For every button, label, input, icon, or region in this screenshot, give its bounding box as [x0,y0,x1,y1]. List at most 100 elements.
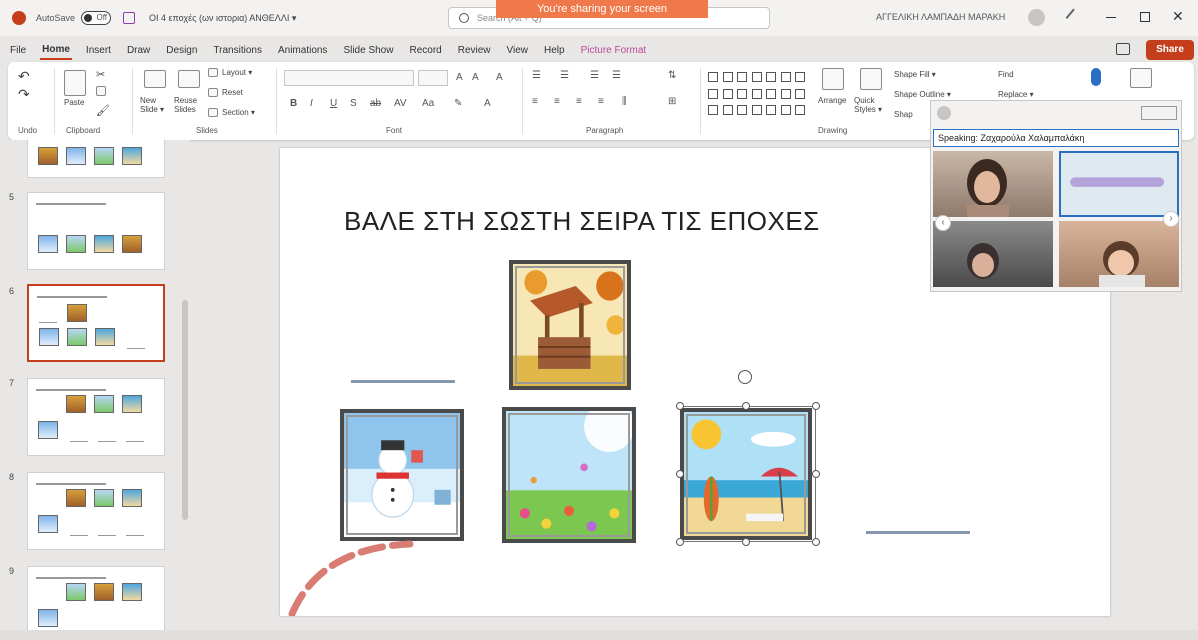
designer-icon[interactable] [1130,68,1152,88]
reuse-slides-icon[interactable] [178,70,200,88]
columns-icon[interactable]: ⫼ [622,96,627,107]
shape-icon[interactable] [795,88,806,99]
tab-picture-format[interactable]: Picture Format [579,42,649,59]
shapes-gallery[interactable] [708,72,808,120]
share-button[interactable]: Share [1146,40,1194,60]
resize-handle[interactable] [742,538,750,546]
shape-icon[interactable] [751,88,762,99]
arrange-icon[interactable] [822,68,844,90]
resize-handle[interactable] [812,538,820,546]
shape-icon[interactable] [780,105,791,116]
resize-handle[interactable] [676,538,684,546]
tab-home[interactable]: Home [40,41,72,60]
underline-button[interactable]: U [330,98,337,109]
quick-styles-button[interactable]: Quick Styles ▾ [854,96,890,114]
grow-font-icon[interactable]: A [456,72,463,83]
align-center-icon[interactable]: ≡ [554,96,560,107]
shape-icon[interactable] [766,105,777,116]
slide-thumbnail-selected[interactable] [27,284,165,362]
document-title[interactable]: ΟΙ 4 εποχές (ων ιστορια) ΑΝΘΕΛΛΙ ▾ [149,13,296,24]
cut-icon[interactable]: ✂ [96,68,105,81]
replace-button[interactable]: Replace ▾ [998,90,1034,99]
format-painter-icon[interactable]: 🖌 [96,104,110,117]
winter-picture[interactable] [340,409,464,541]
spring-picture[interactable] [502,407,636,543]
shape-icon[interactable] [737,88,748,99]
font-size-dropdown[interactable] [418,70,448,86]
new-slide-button[interactable]: New Slide ▾ [140,96,174,114]
slide-thumbnail[interactable] [27,378,165,456]
shape-icon[interactable] [708,88,718,99]
slide-thumbnail-panel[interactable]: 5 6 7 8 9 [0,140,180,630]
summer-picture[interactable] [680,408,812,540]
shape-outline-button[interactable]: Shape Outline ▾ [894,90,951,99]
paste-icon[interactable] [64,70,86,96]
tab-slide-show[interactable]: Slide Show [341,42,395,59]
view-layout-buttons[interactable] [1141,106,1177,120]
slide-title[interactable]: ΒΑΛΕ ΣΤΗ ΣΩΣΤΗ ΣΕΙΡΑ ΤΙΣ ΕΠΟΧΕΣ [344,206,820,237]
resize-handle[interactable] [676,470,684,478]
shape-effects-button[interactable]: Shap [894,110,913,119]
shape-icon[interactable] [722,105,733,116]
shape-icon[interactable] [722,88,733,99]
find-button[interactable]: Find [998,70,1014,79]
previous-participants-button[interactable]: ‹ [935,215,951,231]
shape-icon[interactable] [722,72,733,82]
shape-icon[interactable] [795,105,806,116]
chevron-down-icon[interactable] [937,106,951,120]
resize-handle[interactable] [676,402,684,410]
answer-blank-line[interactable] [351,380,455,383]
answer-blank-line[interactable] [866,531,970,534]
new-slide-icon[interactable] [144,70,166,88]
ink-annotation[interactable] [280,528,480,616]
italic-button[interactable]: I [310,98,313,109]
tab-file[interactable]: File [8,42,28,59]
participant-video-tile-active[interactable] [1059,151,1179,217]
shape-icon[interactable] [780,72,791,82]
close-icon[interactable]: ✕ [1172,8,1184,25]
shrink-font-icon[interactable]: A [472,72,479,83]
justify-icon[interactable]: ≡ [598,96,604,107]
font-color-icon[interactable]: A [484,98,491,109]
layout-button[interactable]: Layout ▾ [222,68,252,77]
tab-insert[interactable]: Insert [84,42,113,59]
maximize-icon[interactable] [1140,12,1150,22]
shape-icon[interactable] [737,105,748,116]
slide-thumbnail[interactable] [27,472,165,550]
slide-thumbnail[interactable] [27,140,165,178]
align-right-icon[interactable]: ≡ [576,96,582,107]
reset-button[interactable]: Reset [222,88,243,97]
tab-animations[interactable]: Animations [276,42,329,59]
section-button[interactable]: Section ▾ [222,108,255,117]
rotate-handle[interactable] [738,370,752,384]
slide-thumbnail[interactable] [27,192,165,270]
resize-handle[interactable] [812,470,820,478]
autumn-picture[interactable] [509,260,631,390]
shape-icon[interactable] [708,72,718,82]
numbering-icon[interactable]: ☰ [560,70,569,81]
video-call-panel[interactable]: Speaking: Ζαχαρούλα Χαλαμπαλάκη ‹ › [930,100,1182,292]
user-avatar[interactable] [1028,9,1045,26]
shape-icon[interactable] [737,72,748,82]
copy-icon[interactable] [96,86,106,96]
highlighter-icon[interactable]: ✎ [454,98,462,109]
clear-formatting-icon[interactable]: A [496,72,503,83]
undo-icon[interactable]: ↶ [18,68,30,85]
user-name[interactable]: ΑΓΓΕΛΙΚΗ ΛΑΜΠΑΔΗ ΜΑΡΑΚΗ [876,12,1005,22]
quick-styles-icon[interactable] [860,68,882,90]
text-direction-icon[interactable]: ⇅ [668,70,676,81]
align-left-icon[interactable]: ≡ [532,96,538,107]
next-participants-button[interactable]: › [1163,211,1179,227]
tab-help[interactable]: Help [542,42,567,59]
tab-review[interactable]: Review [456,42,493,59]
bold-button[interactable]: B [290,98,297,109]
increase-indent-icon[interactable]: ☰ [612,70,621,81]
tab-draw[interactable]: Draw [125,42,152,59]
resize-handle[interactable] [742,402,750,410]
reuse-slides-button[interactable]: Reuse Slides [174,96,208,114]
shape-icon[interactable] [751,105,762,116]
participant-video-tile[interactable] [1059,221,1179,287]
comments-icon[interactable] [1116,43,1130,55]
participant-video-tile[interactable] [933,221,1053,287]
shape-icon[interactable] [766,72,777,82]
